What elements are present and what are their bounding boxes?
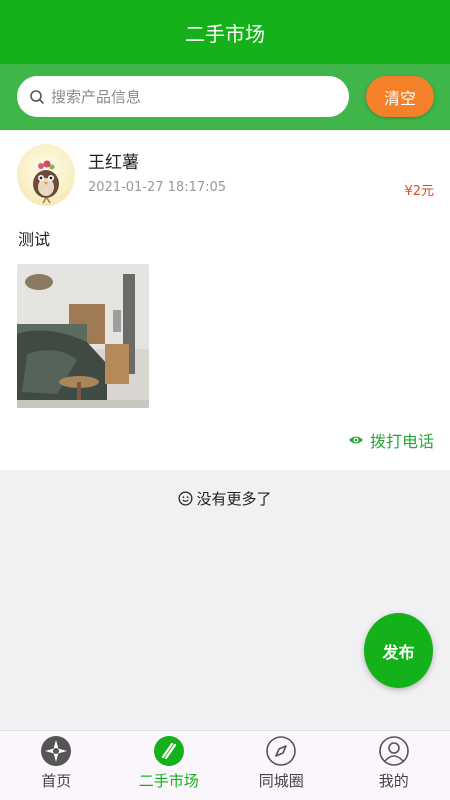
username: 王红薯: [88, 153, 139, 173]
eye-icon: [348, 436, 363, 444]
avatar[interactable]: [17, 144, 75, 206]
compass-outline-icon: [266, 736, 297, 766]
tab-home[interactable]: 首页: [0, 731, 113, 800]
smile-icon: [178, 491, 193, 506]
bedroom-photo: [17, 264, 149, 408]
search-bar: 搜索产品信息 清空: [0, 64, 450, 130]
post-card[interactable]: 王红薯 2021-01-27 18:17:05 ¥2元 测试 拨打电话: [0, 130, 450, 470]
market-icon: [153, 736, 184, 766]
tab-bar: 首页 二手市场 同城圈 我的: [0, 730, 450, 800]
tab-profile-label: 我的: [378, 772, 409, 790]
publish-button[interactable]: 发布: [364, 613, 433, 688]
tab-market[interactable]: 二手市场: [113, 731, 226, 800]
search-icon: [30, 89, 44, 104]
list-end-text: 没有更多了: [196, 490, 272, 508]
post-timestamp: 2021-01-27 18:17:05: [88, 180, 227, 195]
call-phone-button[interactable]: 拨打电话: [348, 428, 434, 452]
user-icon: [378, 736, 409, 766]
list-end-message: 没有更多了: [0, 488, 450, 509]
tab-local-circle[interactable]: 同城圈: [225, 731, 338, 800]
post-photo[interactable]: [17, 264, 149, 408]
nav-bar: 二手市场: [0, 0, 450, 64]
call-phone-label: 拨打电话: [369, 432, 434, 451]
search-placeholder: 搜索产品信息: [51, 88, 142, 106]
tab-home-label: 首页: [41, 772, 72, 790]
compass-dark-icon: [41, 736, 72, 766]
page-title: 二手市场: [185, 21, 265, 46]
avatar-bird-image: [33, 160, 59, 204]
tab-market-label: 二手市场: [138, 772, 199, 790]
post-text: 测试: [18, 230, 51, 249]
tab-local-circle-label: 同城圈: [258, 772, 304, 790]
price-label: ¥2元: [404, 184, 434, 199]
tab-profile[interactable]: 我的: [338, 731, 450, 800]
search-input[interactable]: 搜索产品信息: [17, 76, 349, 117]
clear-button[interactable]: 清空: [366, 76, 434, 117]
